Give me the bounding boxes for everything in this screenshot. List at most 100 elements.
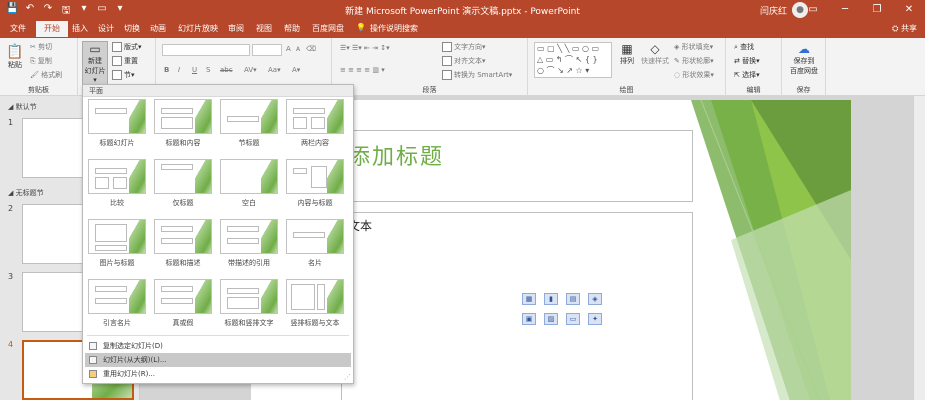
insert-video-icon[interactable]: ▭ xyxy=(566,313,580,325)
user-name[interactable]: 闫庆红 xyxy=(760,4,787,17)
arrange-button[interactable]: ▦ 排列 xyxy=(616,42,638,66)
replace-button[interactable]: ⇄ 替换▾ xyxy=(734,56,760,66)
group-clipboard: 📋 粘贴 ✂ 剪切 ⎘ 复制 🖌 格式刷 剪贴板 xyxy=(0,38,78,96)
cut-label: 剪切 xyxy=(38,43,53,51)
italic-button[interactable]: I xyxy=(178,66,180,74)
close-icon[interactable]: ✕ xyxy=(893,0,925,20)
change-case-icon[interactable]: Aa▾ xyxy=(268,66,281,74)
section-header-untitled[interactable]: ◢ 无标题节 xyxy=(8,188,44,198)
tab-view[interactable]: 视图 xyxy=(256,23,272,34)
tab-baidu-netdisk[interactable]: 百度网盘 xyxy=(312,23,344,34)
quick-styles-button[interactable]: ◇ 快速样式 xyxy=(640,42,670,66)
pen-icon: ✎ xyxy=(674,57,680,65)
format-painter-button[interactable]: 🖌 格式刷 xyxy=(30,70,62,80)
vertical-scrollbar[interactable] xyxy=(913,96,925,400)
layout-label: 比较 xyxy=(110,199,124,207)
share-button[interactable]: ⛭ 共享 xyxy=(892,23,917,34)
layout-item-blank[interactable]: 空白 xyxy=(218,159,280,213)
command-label: 复制选定幻灯片(D) xyxy=(103,342,163,350)
paste-button[interactable]: 📋 粘贴 xyxy=(4,44,26,70)
insert-3d-model-icon[interactable]: ◈ xyxy=(588,293,602,305)
layout-item-picture-caption[interactable]: 图片与标题 xyxy=(86,219,148,273)
reset-button[interactable]: 重置 xyxy=(112,56,138,66)
layout-item-title-content[interactable]: 标题和内容 xyxy=(152,99,214,153)
strikethrough-icon[interactable]: abc xyxy=(220,66,233,74)
tab-slideshow[interactable]: 幻灯片放映 xyxy=(178,23,218,34)
text-direction-button[interactable]: 文字方向▾ xyxy=(442,42,486,52)
align-icons[interactable]: ≡ ≡ ≡ ≡ ▥ ▾ xyxy=(340,66,385,74)
title-placeholder[interactable]: 添加标题 xyxy=(341,130,693,202)
tab-file[interactable]: 文件 xyxy=(10,23,26,34)
tab-home[interactable]: 开始 xyxy=(36,21,68,37)
shape-effects-button[interactable]: ◌ 形状效果▾ xyxy=(674,70,714,80)
align-text-button[interactable]: 对齐文本▾ xyxy=(442,56,486,66)
smartart-button[interactable]: 转换为 SmartArt▾ xyxy=(442,70,512,80)
duplicate-slide-command[interactable]: 复制选定幻灯片(D) xyxy=(85,339,351,353)
font-size-box[interactable] xyxy=(252,44,282,56)
insert-table-icon[interactable]: ▦ xyxy=(522,293,536,305)
bold-button[interactable]: B xyxy=(164,66,169,74)
font-color-icon[interactable]: A▾ xyxy=(292,66,300,74)
section-button[interactable]: 节▾ xyxy=(112,70,135,80)
content-placeholder[interactable]: 文本 ▦ ▮ ▤ ◈ ▣ ▨ ▭ ✦ xyxy=(341,212,693,400)
shape-fill-button[interactable]: ◈ 形状填充▾ xyxy=(674,42,713,52)
save-to-baidu-button[interactable]: ☁ 保存到 百度网盘 xyxy=(784,42,824,76)
resize-grip-icon[interactable]: ⋰ xyxy=(344,373,351,381)
bullets-icon[interactable]: ☰▾ ☰▾ ⇤ ⇥ ↕▾ xyxy=(340,44,390,52)
find-icon: ⌕ xyxy=(734,43,738,51)
tell-me-search[interactable]: 操作说明搜索 xyxy=(370,23,418,34)
restore-icon[interactable]: ❐ xyxy=(861,0,893,20)
layout-item-name-card[interactable]: 名片 xyxy=(284,219,346,273)
menu-separator xyxy=(87,335,349,336)
tab-animations[interactable]: 动画 xyxy=(150,23,166,34)
layout-item-comparison[interactable]: 比较 xyxy=(86,159,148,213)
brush-icon: 🖌 xyxy=(30,71,39,79)
insert-online-picture-icon[interactable]: ▨ xyxy=(544,313,558,325)
layout-label: 标题幻灯片 xyxy=(99,139,135,147)
tab-design[interactable]: 设计 xyxy=(98,23,114,34)
layout-item-content-caption[interactable]: 内容与标题 xyxy=(284,159,346,213)
layout-item-title-only[interactable]: 仅标题 xyxy=(152,159,214,213)
layout-item-section-header[interactable]: 节标题 xyxy=(218,99,280,153)
find-button[interactable]: ⌕ 查找 xyxy=(734,42,754,52)
layout-item-title-description[interactable]: 标题和描述 xyxy=(152,219,214,273)
clear-formatting-icon[interactable]: ⌫ xyxy=(306,45,316,53)
shapes-gallery[interactable]: ▭ ▢ ╲ ╲ ▭ ○ ▭ △ ▭ ↰ ⌒ ↖ { } ○ ⌒ ↘ ↗ ☆ ▾ xyxy=(534,42,612,78)
tab-help[interactable]: 帮助 xyxy=(284,23,300,34)
section-header-default[interactable]: ◢ 默认节 xyxy=(8,102,37,112)
font-grow-button[interactable]: A xyxy=(286,45,291,53)
layout-item-quote-name-card[interactable]: 引言名片 xyxy=(86,279,148,333)
insert-smartart-icon[interactable]: ▤ xyxy=(566,293,580,305)
shadow-button[interactable]: S xyxy=(206,66,210,74)
minimize-icon[interactable]: ─ xyxy=(829,0,861,20)
cut-button[interactable]: ✂ 剪切 xyxy=(30,42,52,52)
slides-from-outline-command[interactable]: 幻灯片(从大纲)(L)... xyxy=(85,353,351,367)
insert-picture-icon[interactable]: ▣ xyxy=(522,313,536,325)
layout-item-quote-caption[interactable]: 带描述的引用 xyxy=(218,219,280,273)
layout-item-title-slide[interactable]: 标题幻灯片 xyxy=(86,99,148,153)
layout-item-two-content[interactable]: 两栏内容 xyxy=(284,99,346,153)
layout-label: 标题和内容 xyxy=(165,139,201,147)
reuse-slides-command[interactable]: 重用幻灯片(R)... xyxy=(85,367,351,381)
select-button[interactable]: ⇱ 选择▾ xyxy=(734,70,760,80)
group-save: ☁ 保存到 百度网盘 保存 xyxy=(782,38,826,96)
font-name-box[interactable] xyxy=(162,44,250,56)
insert-chart-icon[interactable]: ▮ xyxy=(544,293,558,305)
layout-button[interactable]: 版式▾ xyxy=(112,42,142,52)
layout-item-vertical-title-text[interactable]: 竖排标题与文本 xyxy=(284,279,346,333)
copy-button[interactable]: ⎘ 复制 xyxy=(30,56,52,66)
section-label: 节▾ xyxy=(124,71,135,79)
insert-icons-icon[interactable]: ✦ xyxy=(588,313,602,325)
tab-review[interactable]: 审阅 xyxy=(228,23,244,34)
font-shrink-button[interactable]: A xyxy=(296,46,300,53)
layout-item-title-vertical-text[interactable]: 标题和竖排文字 xyxy=(218,279,280,333)
ribbon-display-options-icon[interactable]: ▭ xyxy=(797,0,829,20)
reset-label: 重置 xyxy=(124,57,138,65)
layout-item-true-false[interactable]: 真或假 xyxy=(152,279,214,333)
new-slide-button[interactable]: ▭ 新建 幻灯片▾ xyxy=(82,41,108,85)
char-spacing-icon[interactable]: AV▾ xyxy=(244,66,257,74)
shape-outline-button[interactable]: ✎ 形状轮廓▾ xyxy=(674,56,714,66)
tab-insert[interactable]: 插入 xyxy=(72,23,88,34)
tab-transitions[interactable]: 切换 xyxy=(124,23,140,34)
underline-button[interactable]: U xyxy=(192,66,197,74)
